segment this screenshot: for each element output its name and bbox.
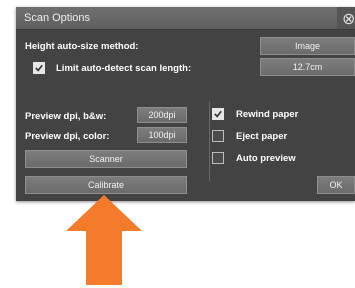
arrow-up-icon [66, 195, 142, 285]
scan-length-input[interactable]: 12.7cm [260, 58, 355, 76]
rewind-paper-label: Rewind paper [236, 109, 299, 120]
ok-button[interactable]: OK [317, 176, 355, 194]
rewind-paper-checkbox[interactable] [212, 108, 224, 120]
height-method-select[interactable]: Image [260, 37, 355, 55]
eject-paper-checkbox[interactable] [212, 130, 224, 142]
auto-preview-label: Auto preview [236, 153, 296, 164]
preview-color-select[interactable]: 100dpi [137, 127, 187, 143]
title-bar: Scan Options ⊗ [16, 7, 355, 30]
preview-bw-label: Preview dpi, b&w: [25, 111, 107, 122]
preview-color-label: Preview dpi, color: [25, 131, 110, 142]
close-icon: ⊗ [342, 9, 355, 28]
close-button[interactable]: ⊗ [337, 7, 355, 29]
auto-preview-checkbox[interactable] [212, 152, 224, 164]
column-divider [209, 102, 210, 181]
scan-options-dialog: Scan Options ⊗ Height auto-size method: … [16, 7, 355, 201]
dialog-title: Scan Options [24, 12, 91, 24]
scanner-button[interactable]: Scanner [25, 150, 187, 168]
checkmark-icon [35, 64, 43, 72]
limit-scan-label: Limit auto-detect scan length: [56, 63, 192, 74]
checkmark-icon [214, 110, 222, 118]
preview-bw-select[interactable]: 200dpi [137, 107, 187, 123]
limit-scan-checkbox[interactable] [33, 62, 45, 74]
calibrate-button[interactable]: Calibrate [25, 176, 187, 194]
eject-paper-label: Eject paper [236, 131, 288, 142]
height-method-label: Height auto-size method: [25, 41, 139, 52]
